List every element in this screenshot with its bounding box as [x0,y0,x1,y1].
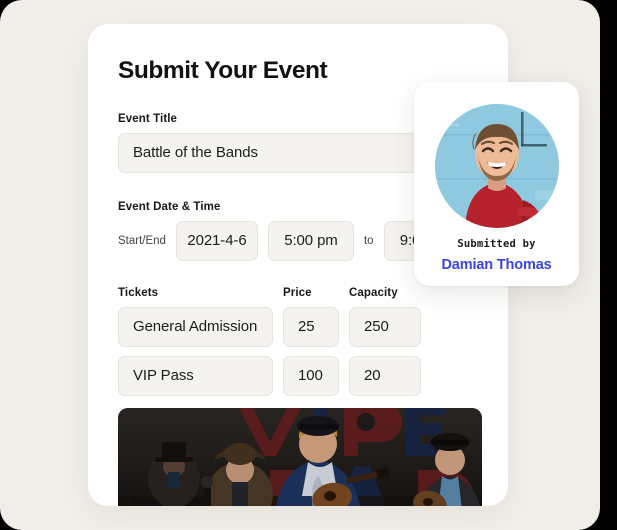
ticket-row: VIP Pass 100 20 [118,356,478,396]
page-surface: Submit Your Event Event Title Battle of … [0,0,600,530]
event-date-input[interactable]: 2021-4-6 [176,221,258,261]
event-photo [118,408,482,506]
tickets-column-header-capacity: Capacity [349,287,421,299]
ticket-price-input[interactable]: 25 [283,307,339,347]
ticket-price-input[interactable]: 100 [283,356,339,396]
tickets-column-header-price: Price [283,287,339,299]
screenshot-root: Submit Your Event Event Title Battle of … [0,0,617,530]
event-start-time-input[interactable]: 5:00 pm [268,221,354,261]
ticket-row: General Admission 25 250 [118,307,478,347]
submitted-by-label: Submitted by [414,238,579,250]
page-title: Submit Your Event [88,24,508,85]
tickets-column-header-name: Tickets [118,287,273,299]
ticket-name-input[interactable]: General Admission [118,307,273,347]
ticket-capacity-input[interactable]: 20 [349,356,421,396]
submitter-name[interactable]: Damian Thomas [414,257,579,273]
edge-noise-texture [588,36,600,356]
tickets-header-row: Tickets Price Capacity [118,287,478,299]
ticket-capacity-input[interactable]: 250 [349,307,421,347]
tickets-group: Tickets Price Capacity General Admission… [118,287,478,396]
start-end-label: Start/End [118,235,166,247]
submitted-by-card: Submitted by Damian Thomas [414,82,579,286]
avatar [435,104,559,228]
time-separator-label: to [364,235,374,247]
ticket-name-input[interactable]: VIP Pass [118,356,273,396]
